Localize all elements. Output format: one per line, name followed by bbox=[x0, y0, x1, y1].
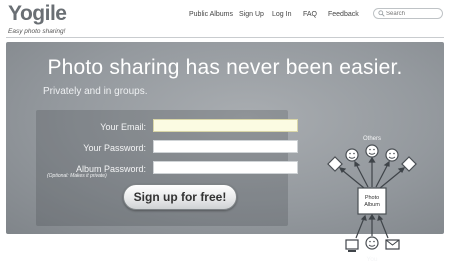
search-box[interactable] bbox=[373, 8, 443, 19]
header-divider bbox=[6, 37, 444, 38]
share-arrows bbox=[338, 156, 406, 189]
hero-subtitle: Privately and in groups. bbox=[43, 86, 148, 97]
album-label-line2: Album bbox=[364, 202, 380, 208]
envelope-icon bbox=[385, 239, 400, 250]
signup-button[interactable]: Sign up for free! bbox=[123, 184, 237, 210]
password-label: Your Password: bbox=[83, 143, 146, 153]
nav-sign-up[interactable]: Sign Up bbox=[239, 11, 264, 18]
search-input[interactable] bbox=[386, 9, 440, 18]
others-label: Others bbox=[363, 136, 381, 142]
album-label-line1: Photo bbox=[365, 195, 379, 201]
photo-album-icon: Photo Album bbox=[357, 187, 387, 215]
smiley-icon bbox=[345, 148, 359, 162]
nav-log-in[interactable]: Log In bbox=[272, 11, 291, 18]
hero-banner: Photo sharing has never been easier. Pri… bbox=[6, 42, 444, 263]
optional-note: (Optional: Makes it private) bbox=[47, 173, 107, 179]
email-label: Your Email: bbox=[100, 122, 146, 132]
you-smiley-icon bbox=[365, 236, 379, 250]
search-icon bbox=[378, 10, 385, 17]
album-password-field[interactable] bbox=[153, 161, 298, 174]
smiley-icon bbox=[385, 148, 399, 162]
hero-title: Photo sharing has never been easier. bbox=[47, 56, 403, 79]
logo[interactable]: Yogile bbox=[8, 2, 67, 26]
smiley-icon bbox=[365, 144, 379, 158]
sharing-diagram: Others Photo Album You bbox=[327, 136, 417, 263]
password-field[interactable] bbox=[153, 140, 298, 153]
nav-faq[interactable]: FAQ bbox=[303, 11, 317, 18]
you-label: You bbox=[367, 256, 378, 263]
tagline: Easy photo sharing! bbox=[8, 28, 66, 35]
upload-arrows bbox=[355, 213, 389, 239]
nav-feedback[interactable]: Feedback bbox=[328, 11, 359, 18]
computer-icon bbox=[345, 239, 359, 252]
email-field[interactable] bbox=[153, 119, 298, 132]
nav-public-albums[interactable]: Public Albums bbox=[189, 11, 233, 18]
